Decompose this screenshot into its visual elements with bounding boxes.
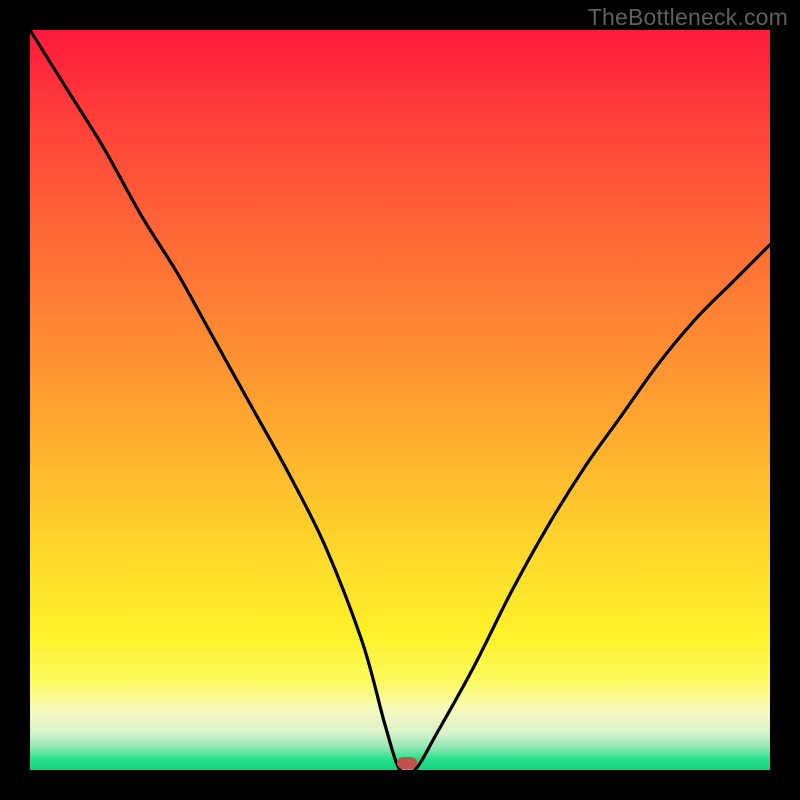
chart-frame: TheBottleneck.com [0, 0, 800, 800]
watermark-text: TheBottleneck.com [588, 4, 788, 31]
optimal-point-marker [397, 757, 417, 769]
bottleneck-curve [30, 30, 770, 770]
curve-path [30, 30, 770, 770]
plot-area [30, 30, 770, 770]
